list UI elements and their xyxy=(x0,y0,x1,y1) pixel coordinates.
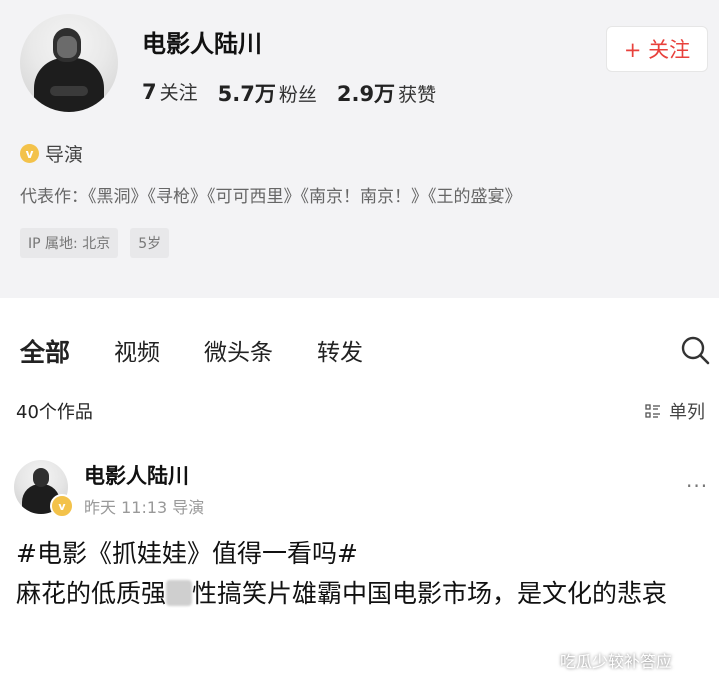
profile-tags: IP 属地: 北京 5岁 xyxy=(20,228,170,258)
post-verified-badge-icon: v xyxy=(50,494,74,518)
profile-stats: 7 关注 5.7万 粉丝 2.9万 获赞 xyxy=(142,78,436,108)
post-hashtag-line: #电影《抓娃娃》值得一看吗# xyxy=(16,539,358,568)
verified-row: v 导演 xyxy=(20,140,83,167)
profile-header: 电影人陆川 7 关注 5.7万 粉丝 2.9万 获赞 + 关注 v 导演 代表作：《黑… xyxy=(0,0,719,298)
profile-avatar[interactable] xyxy=(20,14,118,112)
avatar-figure-arms xyxy=(50,86,88,96)
post-body-part1: 麻花的低质强 xyxy=(16,579,167,608)
ip-location-tag: IP 属地: 北京 xyxy=(20,228,119,258)
post-author-name[interactable]: 电影人陆川 xyxy=(84,460,189,490)
content-tabs: 全部 视频 微头条 转发 xyxy=(20,333,407,369)
tab-all[interactable]: 全部 xyxy=(20,333,70,369)
representative-works: 代表作：《黑洞》《寻枪》《可可西里》《南京！南京！》《王的盛宴》 xyxy=(20,187,522,207)
verified-title: 导演 xyxy=(45,144,84,166)
post-text[interactable]: #电影《抓娃娃》值得一看吗# 麻花的低质强 性搞笑片雄霸中国电影市场，是文化的悲哀 xyxy=(16,534,706,614)
tab-repost[interactable]: 转发 xyxy=(317,333,363,369)
post-body-line: 麻花的低质强 性搞笑片雄霸中国电影市场，是文化的悲哀 xyxy=(16,574,706,614)
tab-micro-headline[interactable]: 微头条 xyxy=(204,333,273,369)
watermark-text: 吃瓜少较补答应 xyxy=(560,652,673,671)
stat-following[interactable]: 7 关注 xyxy=(142,78,198,108)
view-toggle[interactable]: 单列 xyxy=(645,398,705,424)
post-body-part2: 性搞笑片雄霸中国电影市场，是文化的悲哀 xyxy=(192,579,668,608)
avatar-figure-body xyxy=(34,58,104,112)
avatar-figure-face xyxy=(57,36,77,58)
post-avatar-figure-head xyxy=(33,468,49,487)
search-icon[interactable] xyxy=(679,334,711,366)
account-age-tag: 5岁 xyxy=(130,228,170,258)
view-toggle-label: 单列 xyxy=(669,402,705,423)
more-dots-icon[interactable]: ··· xyxy=(686,474,708,498)
stat-likes: 2.9万 获赞 xyxy=(336,82,437,106)
post-meta: 昨天 11:13 导演 xyxy=(84,498,205,517)
stat-followers[interactable]: 5.7万 粉丝 xyxy=(218,78,317,108)
works-count: 40个作品 xyxy=(16,402,93,423)
tab-video[interactable]: 视频 xyxy=(114,333,160,369)
list-view-icon xyxy=(645,404,660,418)
follow-button[interactable]: + 关注 xyxy=(606,26,708,72)
censored-blur xyxy=(166,580,193,606)
verified-badge-icon: v xyxy=(20,144,39,163)
profile-name: 电影人陆川 xyxy=(142,30,262,58)
